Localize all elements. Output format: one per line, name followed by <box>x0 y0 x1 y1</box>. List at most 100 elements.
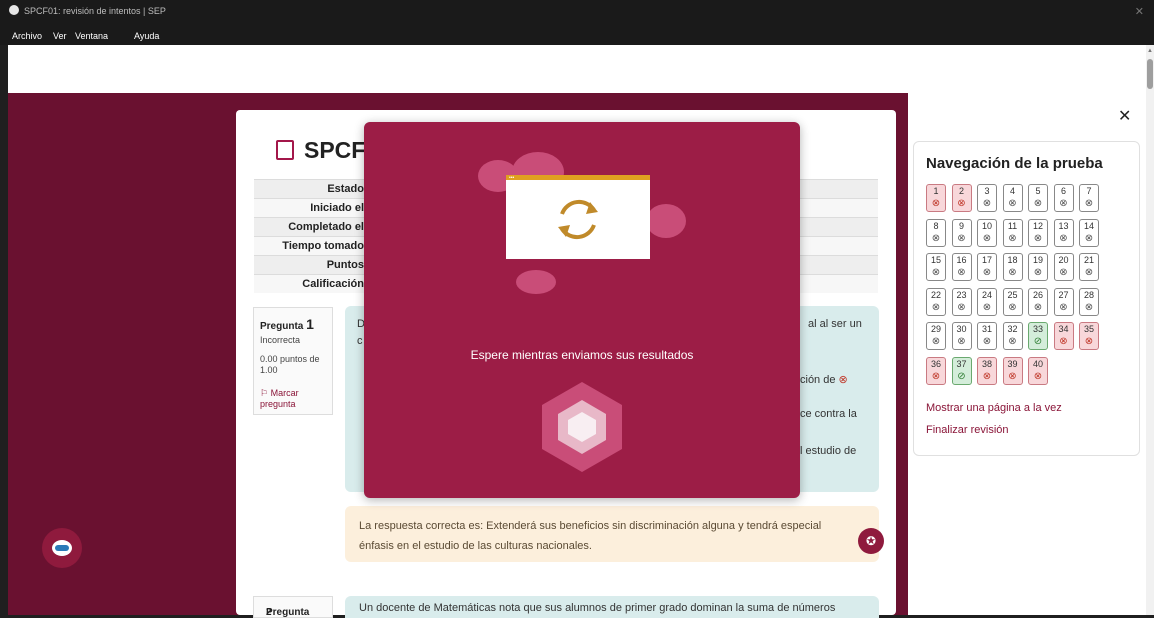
browser-window-illustration: ••• <box>506 175 650 259</box>
question-nav-button[interactable]: 19 ⊗ <box>1028 253 1048 281</box>
question-nav-button[interactable]: 33 ⊘ <box>1028 322 1048 350</box>
incorrect-icon: ⊗ <box>957 198 966 209</box>
question-nav-number: 23 <box>956 289 967 300</box>
incorrect-icon: ⊗ <box>982 336 992 347</box>
menu-ayuda[interactable]: Ayuda <box>134 31 159 41</box>
finish-review-link[interactable]: Finalizar revisión <box>926 424 1009 436</box>
page-header-area <box>8 45 1146 93</box>
incorrect-icon: ⊗ <box>1033 232 1043 244</box>
question-nav-button[interactable]: 10 ⊗ <box>977 218 997 247</box>
question-nav-button[interactable]: 36 ⊗ <box>926 356 946 385</box>
question-nav-button[interactable]: 20 ⊗ <box>1053 253 1074 281</box>
option-text: ción de ⊗ <box>800 374 848 386</box>
incorrect-icon: ⊗ <box>931 336 941 347</box>
question-nav-button[interactable]: 9 ⊗ <box>951 218 972 247</box>
chatbot-button[interactable] <box>42 528 82 568</box>
question-nav-button[interactable]: 4 ⊗ <box>1002 184 1023 212</box>
menu-ver[interactable]: Ver <box>53 31 67 41</box>
question-nav-button[interactable]: 32 ⊗ <box>1002 322 1023 350</box>
window-close-icon[interactable]: ✕ <box>1135 5 1144 18</box>
question-nav-button[interactable]: 40 ⊗ <box>1028 356 1048 385</box>
loading-hexagon-icon <box>542 382 622 472</box>
question-nav-button[interactable]: 39 ⊗ <box>1002 356 1023 385</box>
drawer-close-icon[interactable]: ✕ <box>1118 106 1131 126</box>
summary-label: Iniciado el <box>310 202 364 214</box>
question-nav-button[interactable]: 31 ⊗ <box>977 322 997 350</box>
flag-question-link[interactable]: ⚐ Marcar pregunta <box>260 388 332 410</box>
question-nav-button[interactable]: 30 ⊗ <box>951 322 972 350</box>
question-nav-button[interactable]: 27 ⊗ <box>1053 287 1074 316</box>
scroll-up-icon[interactable]: ▲ <box>1146 48 1154 54</box>
question-nav-number: 14 <box>1083 220 1094 231</box>
question-nav-button[interactable]: 11 ⊗ <box>1002 218 1023 247</box>
question-nav-button[interactable]: 28 ⊗ <box>1079 287 1099 316</box>
summary-label: Puntos <box>326 259 364 271</box>
chatbot-icon <box>52 540 72 556</box>
question-nav-button[interactable]: 22 ⊗ <box>926 287 946 316</box>
question-nav-button[interactable]: 17 ⊗ <box>977 253 997 281</box>
question-nav-button[interactable]: 26 ⊗ <box>1028 287 1048 316</box>
quiz-icon <box>276 140 294 160</box>
question-nav-number: 31 <box>981 324 992 334</box>
question-number: Pregunta 1 <box>260 316 314 332</box>
incorrect-icon: ⊗ <box>1059 232 1068 244</box>
question-nav-button[interactable]: 23 ⊗ <box>951 287 972 316</box>
question-nav-button[interactable]: 8 ⊗ <box>926 218 946 247</box>
question-nav-button[interactable]: 37 ⊘ <box>951 356 972 385</box>
question-nav-button[interactable]: 12 ⊗ <box>1028 218 1048 247</box>
incorrect-icon: ⊗ <box>1008 301 1017 313</box>
question-nav-button[interactable]: 21 ⊗ <box>1079 253 1099 281</box>
incorrect-icon: ⊗ <box>1084 301 1094 313</box>
incorrect-icon: ⊗ <box>1084 198 1094 209</box>
incorrect-icon: ⊗ <box>957 301 966 313</box>
summary-label: Completado el <box>288 221 364 233</box>
question-nav-button[interactable]: 35 ⊗ <box>1079 322 1099 350</box>
question-nav-button[interactable]: 6 ⊗ <box>1053 184 1074 212</box>
question-nav-number: 29 <box>930 324 941 334</box>
show-one-page-link[interactable]: Mostrar una página a la vez <box>926 402 1062 414</box>
question-nav-number: 11 <box>1007 220 1018 231</box>
question-nav-number: 10 <box>981 220 992 231</box>
scrollbar-thumb[interactable] <box>1147 59 1153 89</box>
question-nav-button[interactable]: 24 ⊗ <box>977 287 997 316</box>
question-nav-button[interactable]: 13 ⊗ <box>1053 218 1074 247</box>
question-nav-button[interactable]: 15 ⊗ <box>926 253 946 281</box>
question-nav-number: 28 <box>1083 289 1094 300</box>
correct-answer-box: La respuesta correcta es: Extenderá sus … <box>345 506 879 562</box>
menu-ventana[interactable]: Ventana <box>75 31 108 41</box>
question-nav-number: 4 <box>1009 186 1015 196</box>
question-nav-button[interactable]: 29 ⊗ <box>926 322 946 350</box>
question-nav-button[interactable]: 16 ⊗ <box>951 253 972 281</box>
summary-label: Estado <box>327 183 364 195</box>
question-nav-number: 32 <box>1007 324 1018 334</box>
incorrect-icon: ⊗ <box>838 374 848 386</box>
question-nav-button[interactable]: 38 ⊗ <box>977 356 997 385</box>
question-nav-number: 9 <box>958 220 964 231</box>
question-nav-number: 27 <box>1058 289 1069 300</box>
question-nav-button[interactable]: 7 ⊗ <box>1079 184 1099 212</box>
question-nav-number: 7 <box>1086 186 1092 196</box>
question-nav-button[interactable]: 2 ⊗ <box>951 184 972 212</box>
question-nav-button[interactable]: 18 ⊗ <box>1002 253 1023 281</box>
scrollbar[interactable]: ▲ <box>1146 45 1154 615</box>
question-nav-button[interactable]: 14 ⊗ <box>1079 218 1099 247</box>
question-nav-button[interactable]: 1 ⊗ <box>926 184 946 212</box>
accessibility-icon[interactable]: ✪ <box>858 528 884 554</box>
navigation-title: Navegación de la prueba <box>926 155 1103 172</box>
question-nav-button[interactable]: 25 ⊗ <box>1002 287 1023 316</box>
incorrect-icon: ⊗ <box>982 370 992 382</box>
question-nav-button[interactable]: 5 ⊗ <box>1028 184 1048 212</box>
incorrect-icon: ⊗ <box>957 232 966 244</box>
question-nav-button[interactable]: 34 ⊗ <box>1053 322 1074 350</box>
incorrect-icon: ⊗ <box>1008 370 1017 382</box>
question-nav-number: 12 <box>1032 220 1043 231</box>
question-nav-number: 13 <box>1058 220 1069 231</box>
incorrect-icon: ⊗ <box>1059 198 1068 209</box>
question-nav-button[interactable]: 3 ⊗ <box>977 184 997 212</box>
question-nav-number: 6 <box>1060 186 1066 196</box>
incorrect-icon: ⊗ <box>931 198 941 209</box>
incorrect-icon: ⊗ <box>1008 267 1017 278</box>
menu-archivo[interactable]: Archivo <box>12 31 42 41</box>
question-nav-number: 21 <box>1083 255 1094 265</box>
incorrect-icon: ⊗ <box>1033 370 1043 382</box>
